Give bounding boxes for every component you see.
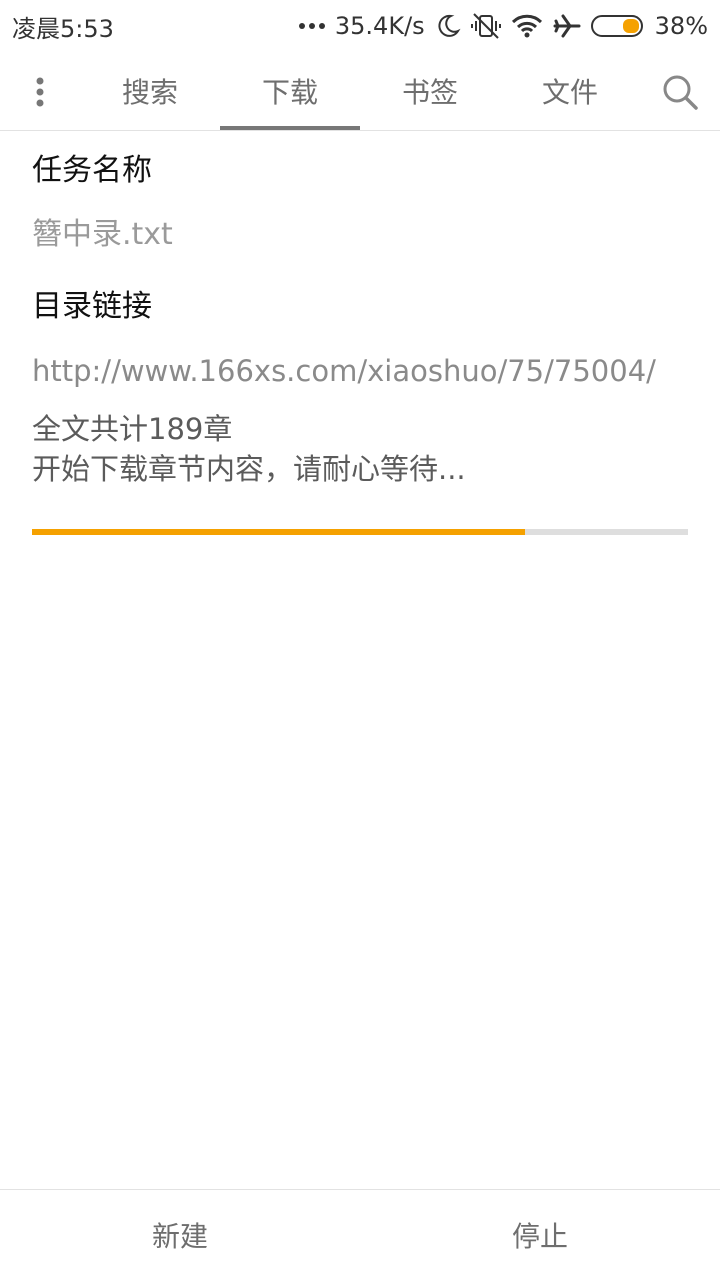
- battery-icon: [590, 15, 643, 37]
- bottom-action-bar: 新建 停止: [0, 1189, 720, 1280]
- wifi-icon: [511, 14, 543, 38]
- status-icons: 35.4K/s 38%: [298, 12, 708, 40]
- vibrate-off-icon: [470, 12, 501, 40]
- catalog-url-value[interactable]: http://www.166xs.com/xiaoshuo/75/75004/: [32, 339, 688, 403]
- airplane-icon: [553, 13, 581, 39]
- tab-bar: 搜索 下载 书签 文件: [0, 52, 720, 131]
- tab-bookmarks[interactable]: 书签: [360, 52, 500, 130]
- download-log: 全文共计189章 开始下载章节内容，请耐心等待...: [32, 409, 688, 489]
- log-line-chapter-count: 全文共计189章: [32, 412, 233, 446]
- catalog-url-label: 目录链接: [32, 289, 152, 324]
- battery-percent: 38%: [654, 12, 708, 40]
- net-speed: 35.4K/s: [334, 12, 425, 40]
- tab-search[interactable]: 搜索: [80, 52, 220, 130]
- tab-files[interactable]: 文件: [500, 52, 640, 130]
- moon-icon: [435, 13, 461, 39]
- more-vertical-icon[interactable]: [20, 70, 60, 114]
- new-task-button[interactable]: 新建: [0, 1190, 360, 1280]
- search-icon[interactable]: [656, 68, 704, 116]
- more-dots-icon: [298, 22, 325, 30]
- download-task-panel: 任务名称 簪中录.txt 目录链接 http://www.166xs.com/x…: [32, 131, 688, 489]
- battery: 38%: [590, 12, 708, 40]
- active-tab-indicator: [220, 126, 360, 130]
- app-screen: 凌晨5:53 35.4K/s 38% 搜索 下载 书签 文件 任务名称 簪中录.…: [0, 0, 720, 1280]
- task-name-label: 任务名称: [32, 153, 152, 188]
- log-line-status: 开始下载章节内容，请耐心等待...: [32, 452, 466, 486]
- stop-button[interactable]: 停止: [360, 1190, 720, 1280]
- status-bar: 凌晨5:53 35.4K/s 38%: [0, 0, 720, 52]
- tab-download[interactable]: 下载: [220, 52, 360, 130]
- status-time: 凌晨5:53: [12, 14, 114, 43]
- task-name-value[interactable]: 簪中录.txt: [32, 203, 688, 267]
- download-progress-fill: [32, 529, 526, 535]
- download-progress-bar: [32, 529, 688, 535]
